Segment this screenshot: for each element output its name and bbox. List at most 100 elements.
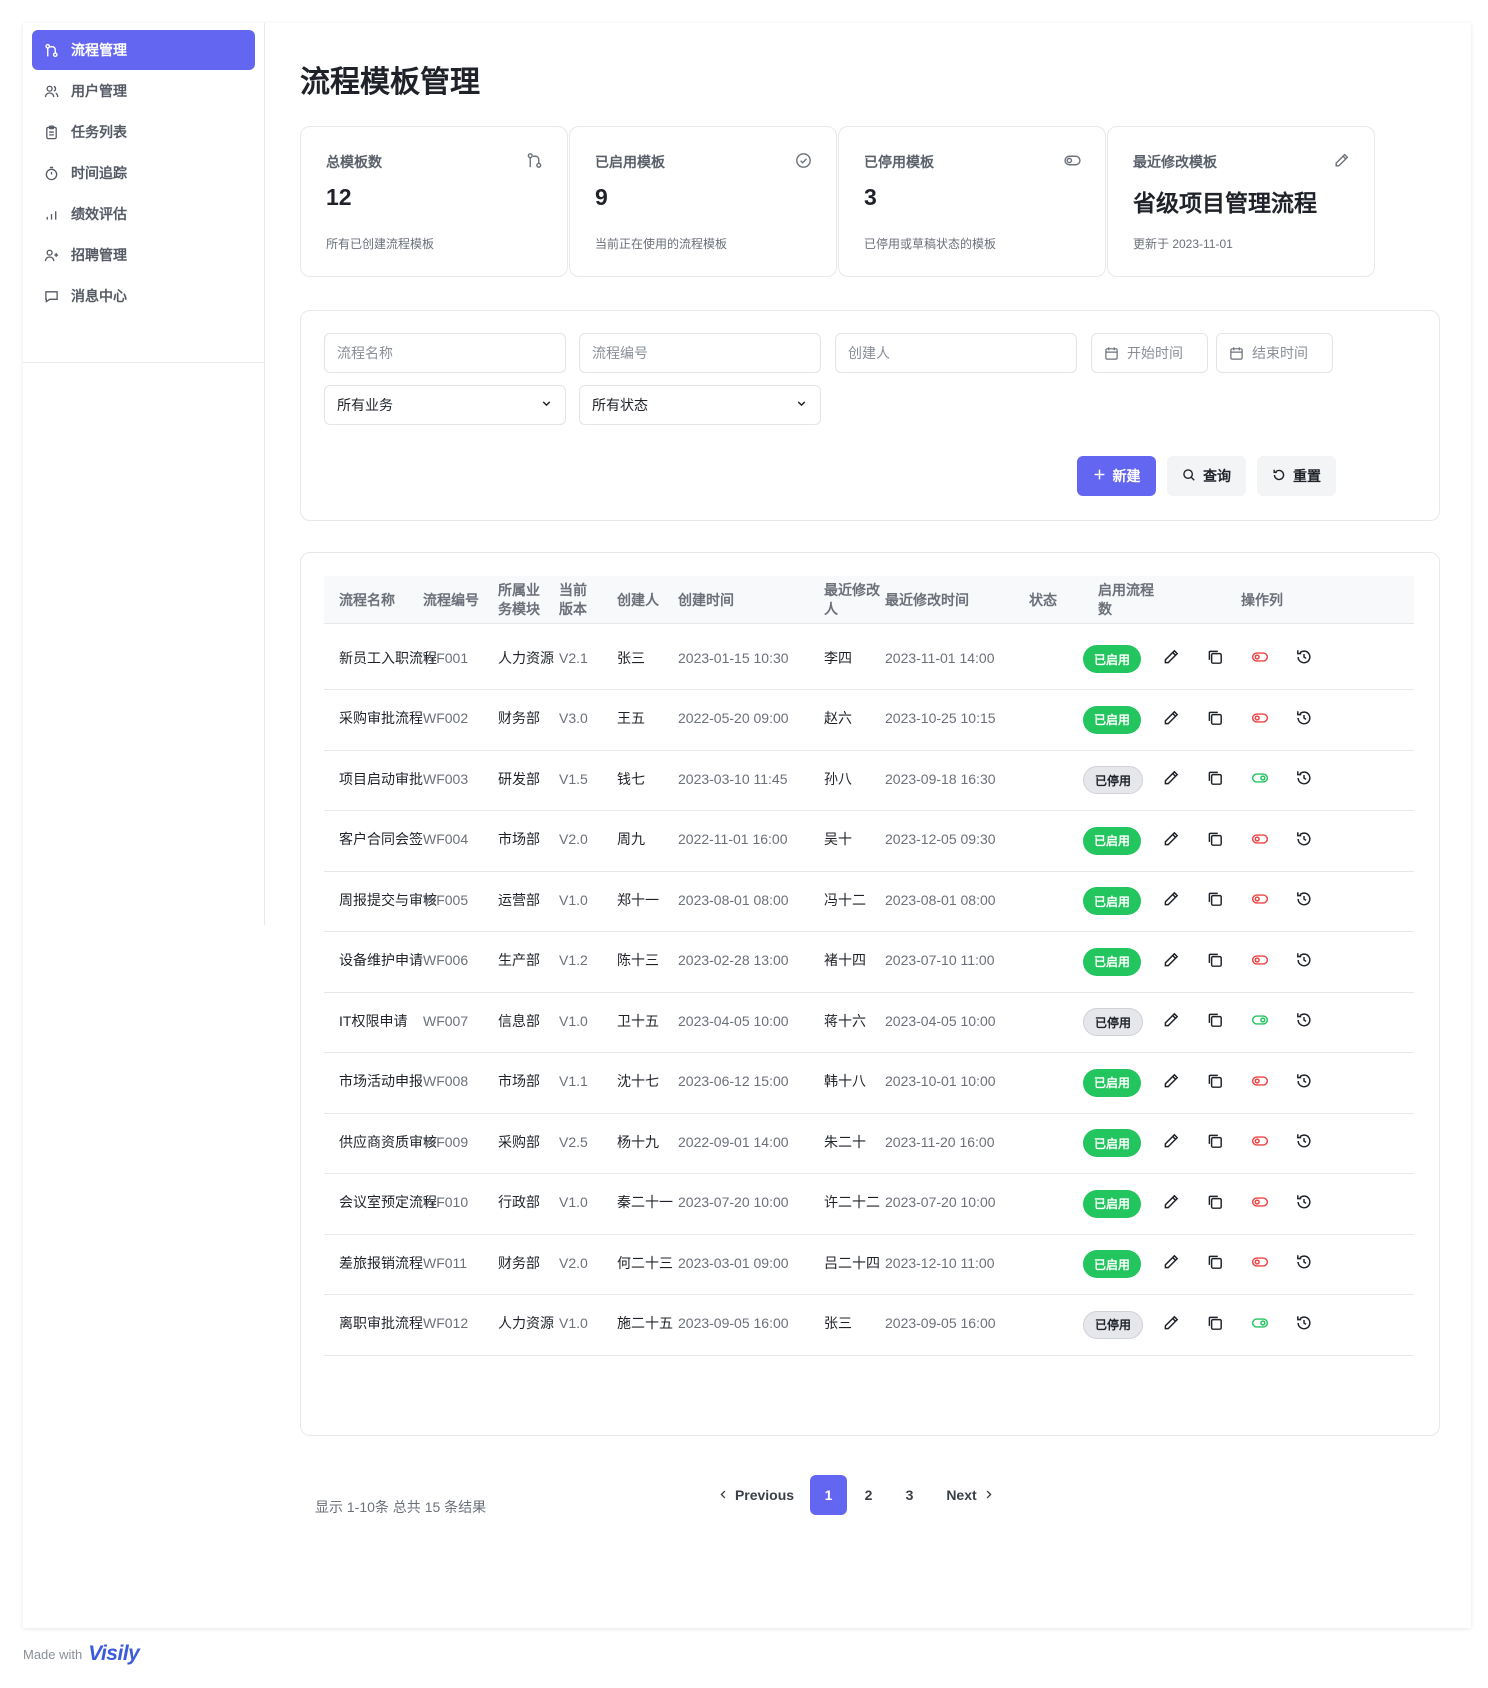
history-icon[interactable] <box>1295 1314 1313 1332</box>
page-title: 流程模板管理 <box>300 66 480 99</box>
sidebar-item-label: 流程管理 <box>71 42 127 58</box>
history-icon[interactable] <box>1295 951 1313 969</box>
edit-icon[interactable] <box>1162 709 1180 727</box>
sidebar-item-performance[interactable]: 绩效评估 <box>32 194 255 234</box>
copy-icon[interactable] <box>1206 1193 1224 1211</box>
header-version: 当前 版本 <box>559 576 587 624</box>
cell-code: WF011 <box>423 1254 468 1271</box>
sidebar-item-label: 绩效评估 <box>71 206 127 222</box>
history-icon[interactable] <box>1295 1253 1313 1271</box>
history-icon[interactable] <box>1295 709 1313 727</box>
edit-icon[interactable] <box>1162 1193 1180 1211</box>
history-icon[interactable] <box>1295 830 1313 848</box>
disable-toggle-icon[interactable] <box>1251 951 1269 969</box>
edit-icon[interactable] <box>1162 1253 1180 1271</box>
disable-toggle-icon[interactable] <box>1251 648 1269 666</box>
cell-created: 2022-05-20 09:00 <box>678 710 789 726</box>
page-button-2[interactable]: 2 <box>850 1475 887 1515</box>
copy-icon[interactable] <box>1206 830 1224 848</box>
cell-module: 人力资源 <box>498 1315 554 1331</box>
copy-icon[interactable] <box>1206 1072 1224 1090</box>
disable-toggle-icon[interactable] <box>1251 709 1269 727</box>
header-count-line2: 数 <box>1098 601 1112 617</box>
cell-code: WF003 <box>423 770 469 787</box>
copy-icon[interactable] <box>1206 709 1224 727</box>
disable-toggle-icon[interactable] <box>1251 890 1269 908</box>
stat-card-enabled: 已启用模板 9 当前正在使用的流程模板 <box>569 126 837 277</box>
disable-toggle-icon[interactable] <box>1251 830 1269 848</box>
previous-button[interactable]: Previous <box>720 1475 794 1515</box>
edit-icon[interactable] <box>1162 769 1180 787</box>
start-date-input[interactable]: 开始时间 <box>1091 333 1208 373</box>
table-row: 周报提交与审核 WF005 运营部 V1.0 郑十一 2023-08-01 08:00 冯十… <box>324 867 1414 932</box>
next-button[interactable]: Next <box>944 1475 996 1515</box>
status-select[interactable]: 所有状态 <box>579 385 821 425</box>
edit-icon[interactable] <box>1162 1132 1180 1150</box>
disable-toggle-icon[interactable] <box>1251 1132 1269 1150</box>
cell-creator: 郑十一 <box>617 891 659 908</box>
toggle-off-icon <box>1064 152 1081 169</box>
sidebar-item-users[interactable]: 用户管理 <box>32 71 255 111</box>
sidebar-item-workflow[interactable]: 流程管理 <box>32 30 255 70</box>
page-button-3[interactable]: 3 <box>891 1475 928 1515</box>
new-button[interactable]: 新建 <box>1077 456 1156 496</box>
enable-toggle-icon[interactable] <box>1251 769 1269 787</box>
history-icon[interactable] <box>1295 890 1313 908</box>
copy-icon[interactable] <box>1206 648 1224 666</box>
cell-created: 2023-07-20 10:00 <box>678 1194 789 1210</box>
header-status: 状态 <box>1029 591 1057 608</box>
history-icon[interactable] <box>1295 648 1313 666</box>
business-select[interactable]: 所有业务 <box>324 385 566 425</box>
copy-icon[interactable] <box>1206 1314 1224 1332</box>
sidebar-item-recruiting[interactable]: 招聘管理 <box>32 235 255 275</box>
edit-icon[interactable] <box>1162 1072 1180 1090</box>
edit-icon[interactable] <box>1162 951 1180 969</box>
timer-icon <box>43 165 59 181</box>
disable-toggle-icon[interactable] <box>1251 1193 1269 1211</box>
header-modified: 最近修改时间 <box>885 591 969 608</box>
edit-icon[interactable] <box>1162 648 1180 666</box>
edit-icon[interactable] <box>1162 1314 1180 1332</box>
made-with-footer[interactable]: Made with Visily <box>23 1642 140 1666</box>
flow-code-input[interactable]: 流程编号 <box>579 333 821 373</box>
history-icon[interactable] <box>1295 769 1313 787</box>
history-icon[interactable] <box>1295 1132 1313 1150</box>
header-actions: 操作列 <box>1241 591 1283 608</box>
copy-icon[interactable] <box>1206 890 1224 908</box>
cell-modified: 2023-10-01 10:00 <box>885 1073 996 1089</box>
enable-toggle-icon[interactable] <box>1251 1011 1269 1029</box>
sidebar-item-messages[interactable]: 消息中心 <box>32 276 255 316</box>
sidebar-item-time-tracking[interactable]: 时间追踪 <box>32 153 255 193</box>
copy-icon[interactable] <box>1206 1132 1224 1150</box>
table-row: 采购审批流程 WF002 财务部 V3.0 王五 2022-05-20 09:00 赵六 20… <box>324 686 1414 751</box>
enable-toggle-icon[interactable] <box>1251 1314 1269 1332</box>
page-button-1[interactable]: 1 <box>810 1475 847 1515</box>
disable-toggle-icon[interactable] <box>1251 1253 1269 1271</box>
header-module: 所属业 务模块 <box>498 576 540 624</box>
disable-toggle-icon[interactable] <box>1251 1072 1269 1090</box>
cell-modified: 2023-12-10 11:00 <box>885 1254 995 1271</box>
table-row: 供应商资质审核 WF009 采购部 V2.5 杨十九 2022-09-01 14:00 朱二… <box>324 1109 1414 1174</box>
cell-module: 研发部 <box>498 770 540 787</box>
history-icon[interactable] <box>1295 1011 1313 1029</box>
reset-button[interactable]: 重置 <box>1257 456 1336 496</box>
edit-icon[interactable] <box>1162 830 1180 848</box>
table-row: 会议室预定流程 WF010 行政部 V1.0 秦二十一 2023-07-20 10:00 许… <box>324 1170 1414 1235</box>
flow-name-input[interactable]: 流程名称 <box>324 333 566 373</box>
creator-input[interactable]: 创建人 <box>835 333 1077 373</box>
copy-icon[interactable] <box>1206 1011 1224 1029</box>
end-date-input[interactable]: 结束时间 <box>1216 333 1333 373</box>
table-row: 差旅报销流程 WF011 财务部 V2.0 何二十三 2023-03-01 09:00 吕二… <box>324 1230 1414 1295</box>
history-icon[interactable] <box>1295 1193 1313 1211</box>
git-branch-icon <box>526 152 543 169</box>
edit-icon[interactable] <box>1162 1011 1180 1029</box>
history-icon[interactable] <box>1295 1072 1313 1090</box>
edit-icon[interactable] <box>1162 890 1180 908</box>
cell-created: 2022-11-01 16:00 <box>678 831 788 847</box>
query-button[interactable]: 查询 <box>1167 456 1246 496</box>
cell-created: 2023-02-28 13:00 <box>678 952 789 968</box>
copy-icon[interactable] <box>1206 769 1224 787</box>
copy-icon[interactable] <box>1206 951 1224 969</box>
copy-icon[interactable] <box>1206 1253 1224 1271</box>
sidebar-item-tasks[interactable]: 任务列表 <box>32 112 255 152</box>
